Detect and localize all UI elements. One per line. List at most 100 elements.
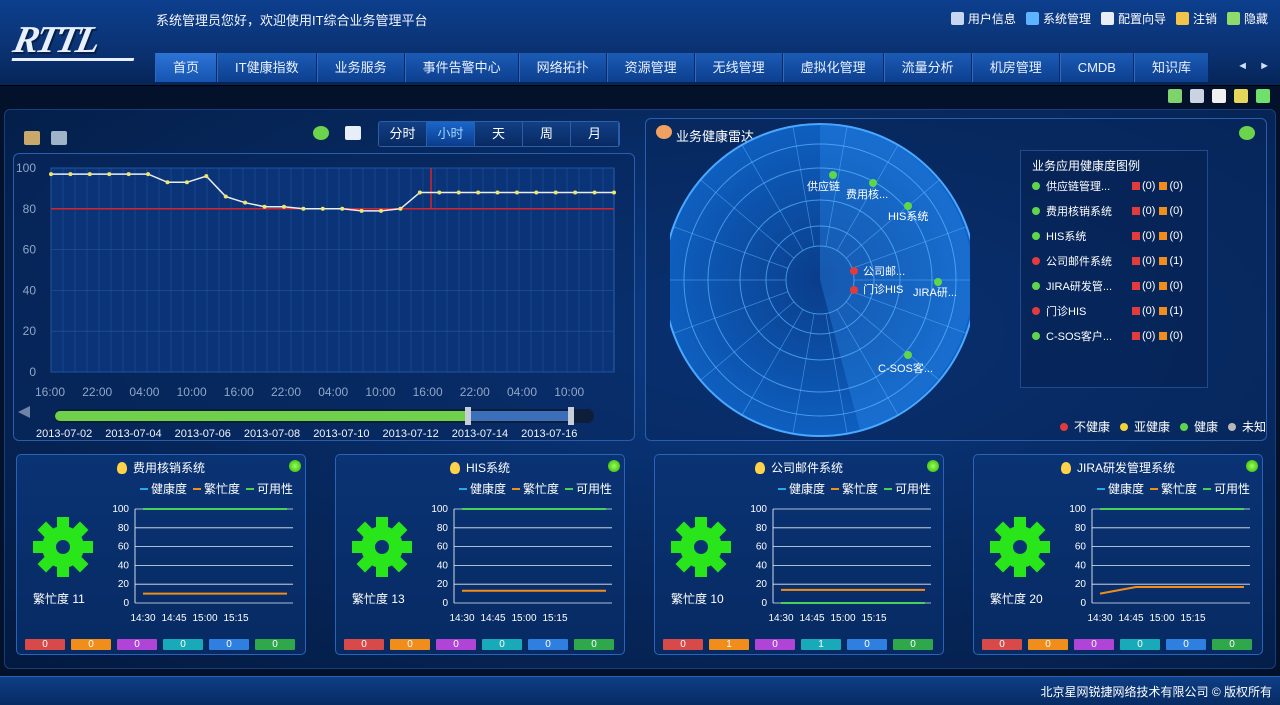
nav-scroll-arrows[interactable]: ◄ ► bbox=[1237, 60, 1274, 72]
data-point[interactable] bbox=[592, 190, 597, 195]
data-point[interactable] bbox=[437, 190, 442, 195]
nav-tab-11[interactable]: 知识库 bbox=[1133, 53, 1209, 82]
count-button[interactable]: 0 bbox=[574, 639, 614, 650]
count-button[interactable]: 0 bbox=[847, 639, 887, 650]
data-point[interactable] bbox=[456, 190, 461, 195]
data-point[interactable] bbox=[340, 206, 345, 211]
data-point[interactable] bbox=[146, 172, 151, 177]
data-point[interactable] bbox=[126, 172, 131, 177]
nav-tab-2[interactable]: 业务服务 bbox=[316, 53, 405, 82]
timeline-handle-left[interactable] bbox=[465, 407, 471, 425]
granularity-3[interactable]: 周 bbox=[523, 122, 571, 146]
count-button[interactable]: 1 bbox=[801, 639, 841, 650]
granularity-2[interactable]: 天 bbox=[475, 122, 523, 146]
bar-chart-icon[interactable] bbox=[24, 131, 40, 145]
fullscreen-icon[interactable] bbox=[1256, 89, 1270, 103]
radar-point[interactable] bbox=[869, 179, 877, 187]
app-legend-row[interactable]: HIS系统 (0) (0) bbox=[1032, 229, 1183, 243]
radar-point[interactable] bbox=[934, 278, 942, 286]
data-point[interactable] bbox=[320, 206, 325, 211]
refresh-icon[interactable] bbox=[313, 126, 329, 140]
app-legend-row[interactable]: JIRA研发管... (0) (0) bbox=[1032, 279, 1183, 293]
count-button[interactable]: 0 bbox=[893, 639, 933, 650]
data-point[interactable] bbox=[398, 206, 403, 211]
data-point[interactable] bbox=[262, 204, 267, 209]
data-point[interactable] bbox=[165, 180, 170, 185]
top-link-4[interactable]: 隐藏 bbox=[1226, 10, 1268, 27]
count-button[interactable]: 0 bbox=[755, 639, 795, 650]
count-button[interactable]: 0 bbox=[482, 639, 522, 650]
data-point[interactable] bbox=[87, 172, 92, 177]
data-point[interactable] bbox=[301, 206, 306, 211]
count-button[interactable]: 0 bbox=[71, 639, 111, 650]
data-point[interactable] bbox=[417, 190, 422, 195]
count-button[interactable]: 0 bbox=[390, 639, 430, 650]
nav-tab-10[interactable]: CMDB bbox=[1059, 53, 1134, 82]
timeline-left-arrow[interactable] bbox=[18, 406, 30, 418]
app-legend-row[interactable]: 门诊HIS (0) (1) bbox=[1032, 304, 1183, 318]
top-link-3[interactable]: 注销 bbox=[1175, 10, 1217, 27]
nav-tab-1[interactable]: IT健康指数 bbox=[217, 53, 317, 82]
granularity-0[interactable]: 分时 bbox=[379, 122, 427, 146]
nav-tab-7[interactable]: 虚拟化管理 bbox=[782, 53, 884, 82]
count-button[interactable]: 0 bbox=[1074, 639, 1114, 650]
top-link-2[interactable]: 配置向导 bbox=[1100, 10, 1166, 27]
data-point[interactable] bbox=[534, 190, 539, 195]
back-icon[interactable] bbox=[1234, 89, 1248, 103]
data-point[interactable] bbox=[107, 172, 112, 177]
line-chart-icon[interactable] bbox=[51, 131, 67, 145]
data-point[interactable] bbox=[243, 200, 248, 205]
count-button[interactable]: 0 bbox=[163, 639, 203, 650]
count-button[interactable]: 0 bbox=[663, 639, 703, 650]
count-button[interactable]: 0 bbox=[1120, 639, 1160, 650]
nav-tab-9[interactable]: 机房管理 bbox=[971, 53, 1060, 82]
data-point[interactable] bbox=[514, 190, 519, 195]
data-point[interactable] bbox=[49, 172, 53, 177]
radar-point[interactable] bbox=[850, 286, 858, 294]
count-button[interactable]: 0 bbox=[528, 639, 568, 650]
timeline-handle-right[interactable] bbox=[568, 407, 574, 425]
radar-point[interactable] bbox=[829, 171, 837, 179]
nav-tab-4[interactable]: 网络拓扑 bbox=[518, 53, 607, 82]
data-point[interactable] bbox=[359, 208, 364, 213]
data-point[interactable] bbox=[68, 172, 73, 177]
app-legend-row[interactable]: 费用核销系统 (0) (0) bbox=[1032, 204, 1183, 218]
export-icon[interactable] bbox=[1168, 89, 1182, 103]
data-point[interactable] bbox=[184, 180, 189, 185]
status-icon[interactable] bbox=[927, 460, 939, 472]
count-button[interactable]: 0 bbox=[255, 639, 295, 650]
display-icon[interactable] bbox=[1190, 89, 1204, 103]
app-legend-row[interactable]: 公司邮件系统 (0) (1) bbox=[1032, 254, 1183, 268]
data-point[interactable] bbox=[223, 194, 228, 199]
app-legend-row[interactable]: C-SOS客户... (0) (0) bbox=[1032, 329, 1183, 343]
nav-tab-6[interactable]: 无线管理 bbox=[694, 53, 783, 82]
data-point[interactable] bbox=[476, 190, 481, 195]
radar-point[interactable] bbox=[904, 202, 912, 210]
count-button[interactable]: 0 bbox=[117, 639, 157, 650]
top-link-1[interactable]: 系统管理 bbox=[1025, 10, 1091, 27]
nav-tab-5[interactable]: 资源管理 bbox=[606, 53, 695, 82]
count-button[interactable]: 0 bbox=[344, 639, 384, 650]
gear-icon[interactable] bbox=[1212, 89, 1226, 103]
app-legend-row[interactable]: 供应链管理... (0) (0) bbox=[1032, 179, 1183, 193]
nav-tab-3[interactable]: 事件告警中心 bbox=[404, 53, 519, 82]
count-button[interactable]: 0 bbox=[1028, 639, 1068, 650]
data-point[interactable] bbox=[612, 190, 616, 195]
data-point[interactable] bbox=[573, 190, 578, 195]
count-button[interactable]: 0 bbox=[209, 639, 249, 650]
calendar-icon[interactable] bbox=[345, 126, 361, 140]
radar-point[interactable] bbox=[850, 267, 858, 275]
count-button[interactable]: 0 bbox=[1212, 639, 1252, 650]
count-button[interactable]: 0 bbox=[25, 639, 65, 650]
radar-point[interactable] bbox=[904, 351, 912, 359]
count-button[interactable]: 1 bbox=[709, 639, 749, 650]
nav-tab-8[interactable]: 流量分析 bbox=[883, 53, 972, 82]
data-point[interactable] bbox=[495, 190, 500, 195]
top-link-0[interactable]: 用户信息 bbox=[950, 10, 1016, 27]
count-button[interactable]: 0 bbox=[982, 639, 1022, 650]
status-icon[interactable] bbox=[289, 460, 301, 472]
status-icon[interactable] bbox=[608, 460, 620, 472]
granularity-4[interactable]: 月 bbox=[571, 122, 619, 146]
count-button[interactable]: 0 bbox=[1166, 639, 1206, 650]
radar-refresh-icon[interactable] bbox=[1239, 126, 1255, 140]
